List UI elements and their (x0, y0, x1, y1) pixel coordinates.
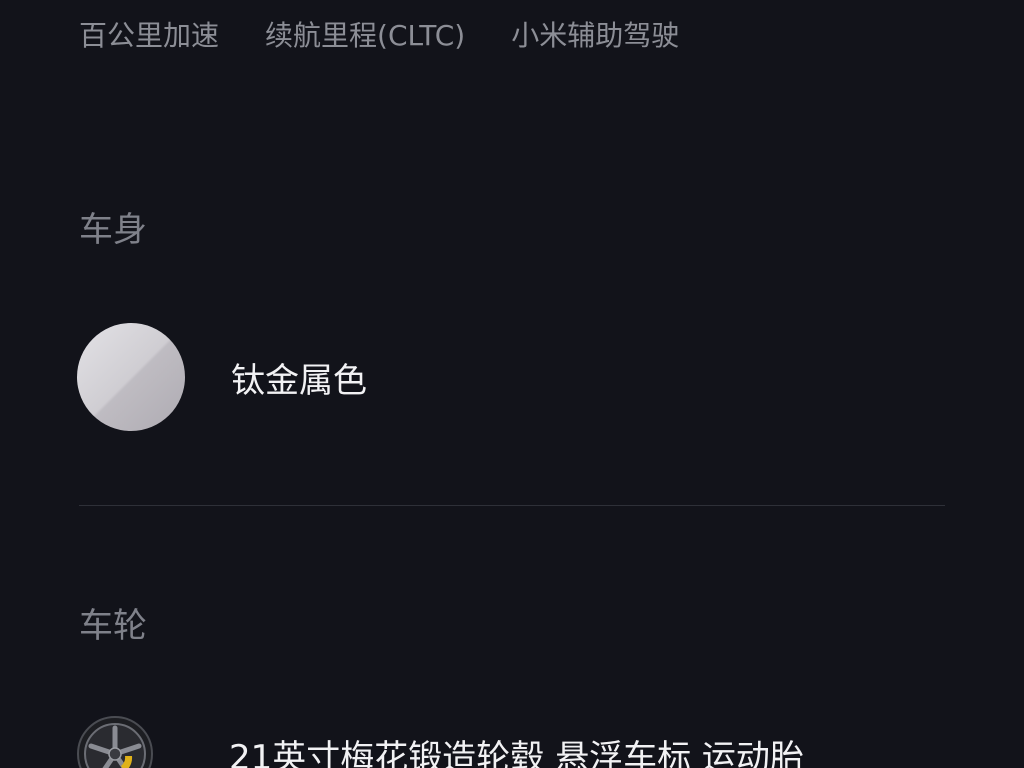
config-page: 百公里加速 续航里程(CLTC) 小米辅助驾驶 车身 钛金属色 车轮 21英寸梅… (0, 0, 1024, 768)
divider (79, 505, 945, 506)
section-title-body: 车身 (79, 210, 147, 250)
wheel-graphic (77, 716, 153, 768)
spec-range: 续航里程(CLTC) (265, 19, 466, 52)
color-swatch-icon[interactable] (77, 323, 185, 431)
wheel-icon[interactable] (77, 716, 153, 768)
body-color-label: 钛金属色 (231, 360, 367, 401)
wheel-option-label: 21英寸梅花锻造轮毂 悬浮车标 运动胎 (229, 737, 804, 768)
body-color-option[interactable]: 钛金属色 (77, 323, 945, 431)
section-title-wheels: 车轮 (79, 606, 147, 646)
wheel-option[interactable]: 21英寸梅花锻造轮毂 悬浮车标 运动胎 (77, 716, 945, 768)
spec-acceleration: 百公里加速 (79, 19, 220, 52)
spec-bar: 百公里加速 续航里程(CLTC) 小米辅助驾驶 (79, 14, 679, 54)
spec-driver-assist: 小米辅助驾驶 (511, 19, 680, 52)
